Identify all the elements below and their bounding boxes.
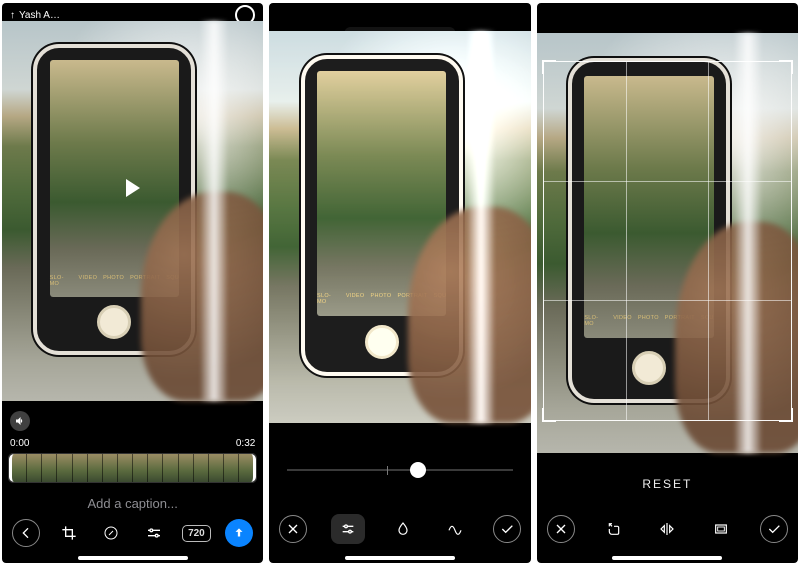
time-start: 0:00 [10,438,29,449]
resolution-badge[interactable]: 720 [182,525,211,542]
cancel-button[interactable] [547,515,575,543]
time-end: 0:32 [236,438,255,449]
wave-icon [447,521,463,537]
bottom-toolbar: 720 [2,515,263,551]
play-icon[interactable] [126,179,140,197]
flip-icon [659,521,675,537]
mute-toggle[interactable] [10,411,30,431]
video-preview[interactable]: SLO-MO VIDEO PHOTO PORTRAIT SQU [2,21,263,401]
x-icon [285,521,301,537]
bottom-toolbar [537,511,798,547]
caption-input[interactable]: Add a caption... [2,496,263,511]
confirm-button[interactable] [493,515,521,543]
up-caret-icon: ↑ [10,10,15,21]
chevron-left-icon [18,525,34,541]
crop-tool-button[interactable] [55,519,83,547]
aspect-button[interactable] [707,515,735,543]
aspect-icon [713,521,729,537]
home-indicator [78,556,188,560]
image-preview[interactable]: SLO-MO VIDEO PHOTO PORTRAIT SQU [269,31,530,423]
sliders-icon [146,525,162,541]
rotate-button[interactable] [600,515,628,543]
sliders-icon [340,521,356,537]
check-icon [766,521,782,537]
flip-button[interactable] [653,515,681,543]
video-scrubber[interactable] [8,453,257,483]
slider-center-tick [387,466,388,475]
brightness-slider-track[interactable] [287,469,512,471]
home-indicator [612,556,722,560]
back-button[interactable] [12,519,40,547]
panel-video-edit: ↑ Yash A… SLO-MO VIDEO PHOTO PORTRAIT SQ… [2,3,263,563]
x-icon [553,521,569,537]
adjust-button[interactable] [140,519,168,547]
crop-frame[interactable] [543,61,792,421]
curves-tab[interactable] [441,515,469,543]
check-icon [499,521,515,537]
user-label: Yash A… [19,10,60,21]
crop-handle-tl[interactable] [542,60,556,74]
filters-tab[interactable] [389,515,417,543]
rotate-icon [606,521,622,537]
confirm-button[interactable] [760,515,788,543]
reset-button[interactable]: RESET [537,477,798,491]
crop-icon [61,525,77,541]
cancel-button[interactable] [279,515,307,543]
crop-handle-br[interactable] [779,408,793,422]
bottom-toolbar [269,511,530,547]
adjust-tab[interactable] [331,514,365,544]
crop-handle-bl[interactable] [542,408,556,422]
time-row: 0:00 0:32 [2,438,263,449]
send-button[interactable] [225,519,253,547]
crop-handle-tr[interactable] [779,60,793,74]
brightness-slider-knob[interactable] [410,462,426,478]
speaker-icon [14,415,26,427]
panel-crop: SLO-MO VIDEO PHOTO PORTRAIT SQU RESET [537,3,798,563]
markup-button[interactable] [97,519,125,547]
home-indicator [345,556,455,560]
pen-circle-icon [103,525,119,541]
panel-brightness-adjust: Brightness +0.24 SLO-MO VIDEO PHOTO PORT… [269,3,530,563]
droplet-icon [395,521,411,537]
arrow-up-icon [232,526,246,540]
